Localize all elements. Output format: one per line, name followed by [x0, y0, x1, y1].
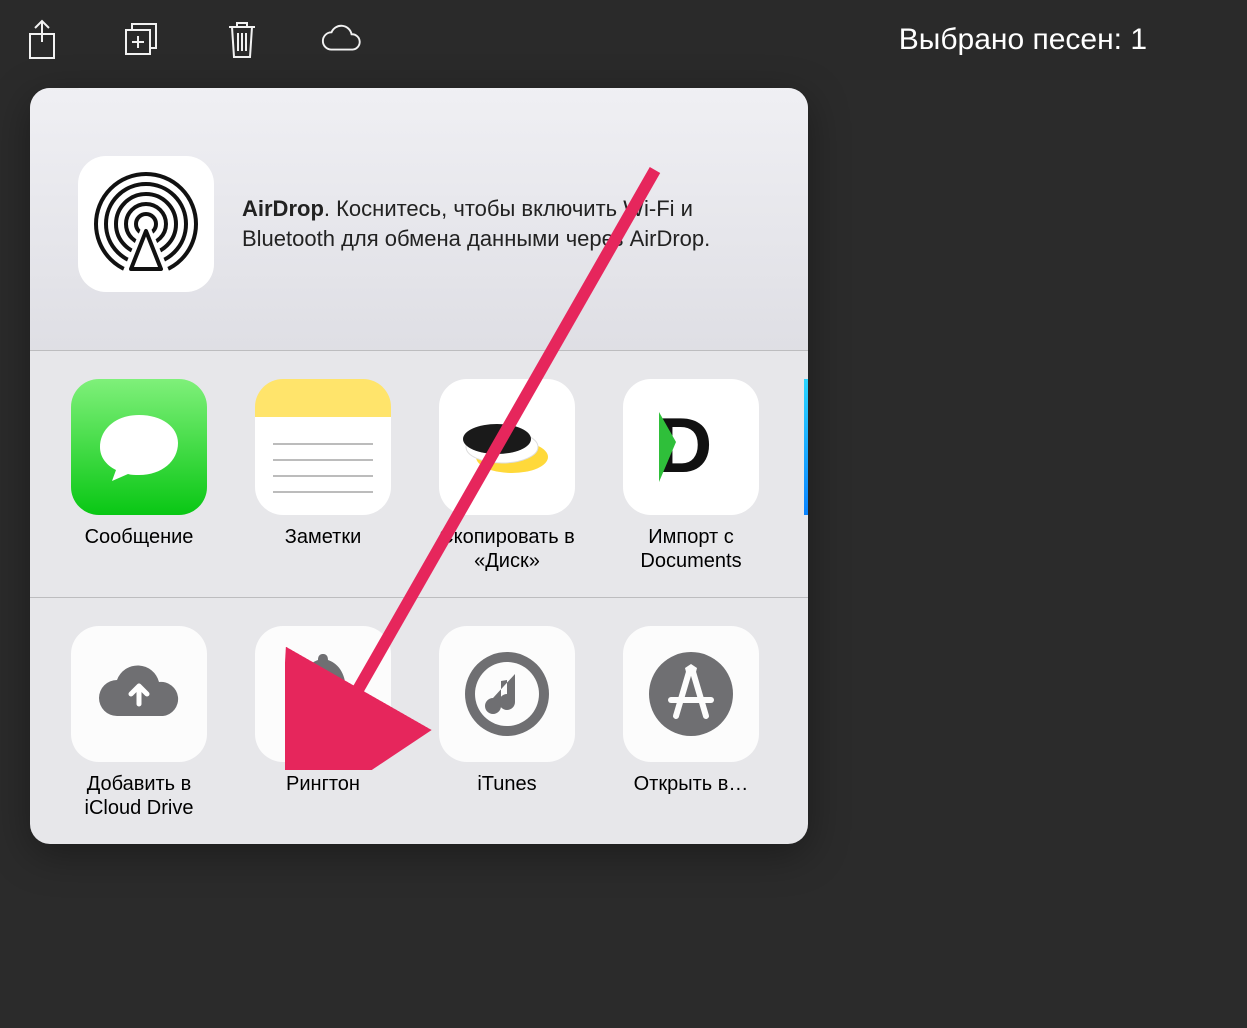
share-apps-row: Сообщение Заметки Скопировать в «Диск» D — [30, 351, 808, 597]
bell-icon — [255, 626, 391, 762]
documents-icon: D — [623, 379, 759, 515]
open-in-icon — [623, 626, 759, 762]
action-item-openin[interactable]: Открыть в… — [620, 626, 762, 820]
action-item-itunes[interactable]: iTunes — [436, 626, 578, 820]
share-item-label: Сообщение — [85, 525, 194, 549]
share-item-partial[interactable] — [804, 379, 808, 573]
notes-icon — [255, 379, 391, 515]
yandex-disk-icon — [439, 379, 575, 515]
airdrop-icon — [78, 156, 214, 292]
action-item-icloud[interactable]: Добавить в iCloud Drive — [68, 626, 210, 820]
airdrop-section[interactable]: AirDrop. Коснитесь, чтобы включить Wi-Fi… — [30, 88, 808, 350]
selection-count-label: Выбрано песен: 1 — [899, 23, 1227, 57]
share-item-label: Заметки — [285, 525, 362, 549]
share-item-messages[interactable]: Сообщение — [68, 379, 210, 573]
share-item-notes[interactable]: Заметки — [252, 379, 394, 573]
action-item-label: Рингтон — [286, 772, 360, 796]
trash-icon[interactable] — [220, 18, 264, 62]
icloud-upload-icon — [71, 626, 207, 762]
action-item-label: iTunes — [477, 772, 536, 796]
share-item-documents[interactable]: D Импорт с Documents — [620, 379, 762, 573]
messages-icon — [71, 379, 207, 515]
cloud-icon[interactable] — [320, 18, 364, 62]
action-item-ringtone[interactable]: Рингтон — [252, 626, 394, 820]
action-item-label: Добавить в iCloud Drive — [68, 772, 210, 820]
share-item-label: Импорт с Documents — [620, 525, 762, 573]
add-to-icon[interactable] — [120, 18, 164, 62]
share-item-label: Скопировать в «Диск» — [436, 525, 578, 573]
action-item-label: Открыть в… — [634, 772, 749, 796]
actions-row: Добавить в iCloud Drive Рингтон iTunes — [30, 598, 808, 844]
partial-app-icon — [804, 379, 808, 515]
itunes-icon — [439, 626, 575, 762]
share-item-disk[interactable]: Скопировать в «Диск» — [436, 379, 578, 573]
airdrop-title: AirDrop — [242, 196, 324, 221]
airdrop-text: AirDrop. Коснитесь, чтобы включить Wi-Fi… — [242, 194, 768, 253]
share-sheet: AirDrop. Коснитесь, чтобы включить Wi-Fi… — [30, 88, 808, 844]
share-icon[interactable] — [20, 18, 64, 62]
toolbar: Выбрано песен: 1 — [0, 0, 1247, 80]
